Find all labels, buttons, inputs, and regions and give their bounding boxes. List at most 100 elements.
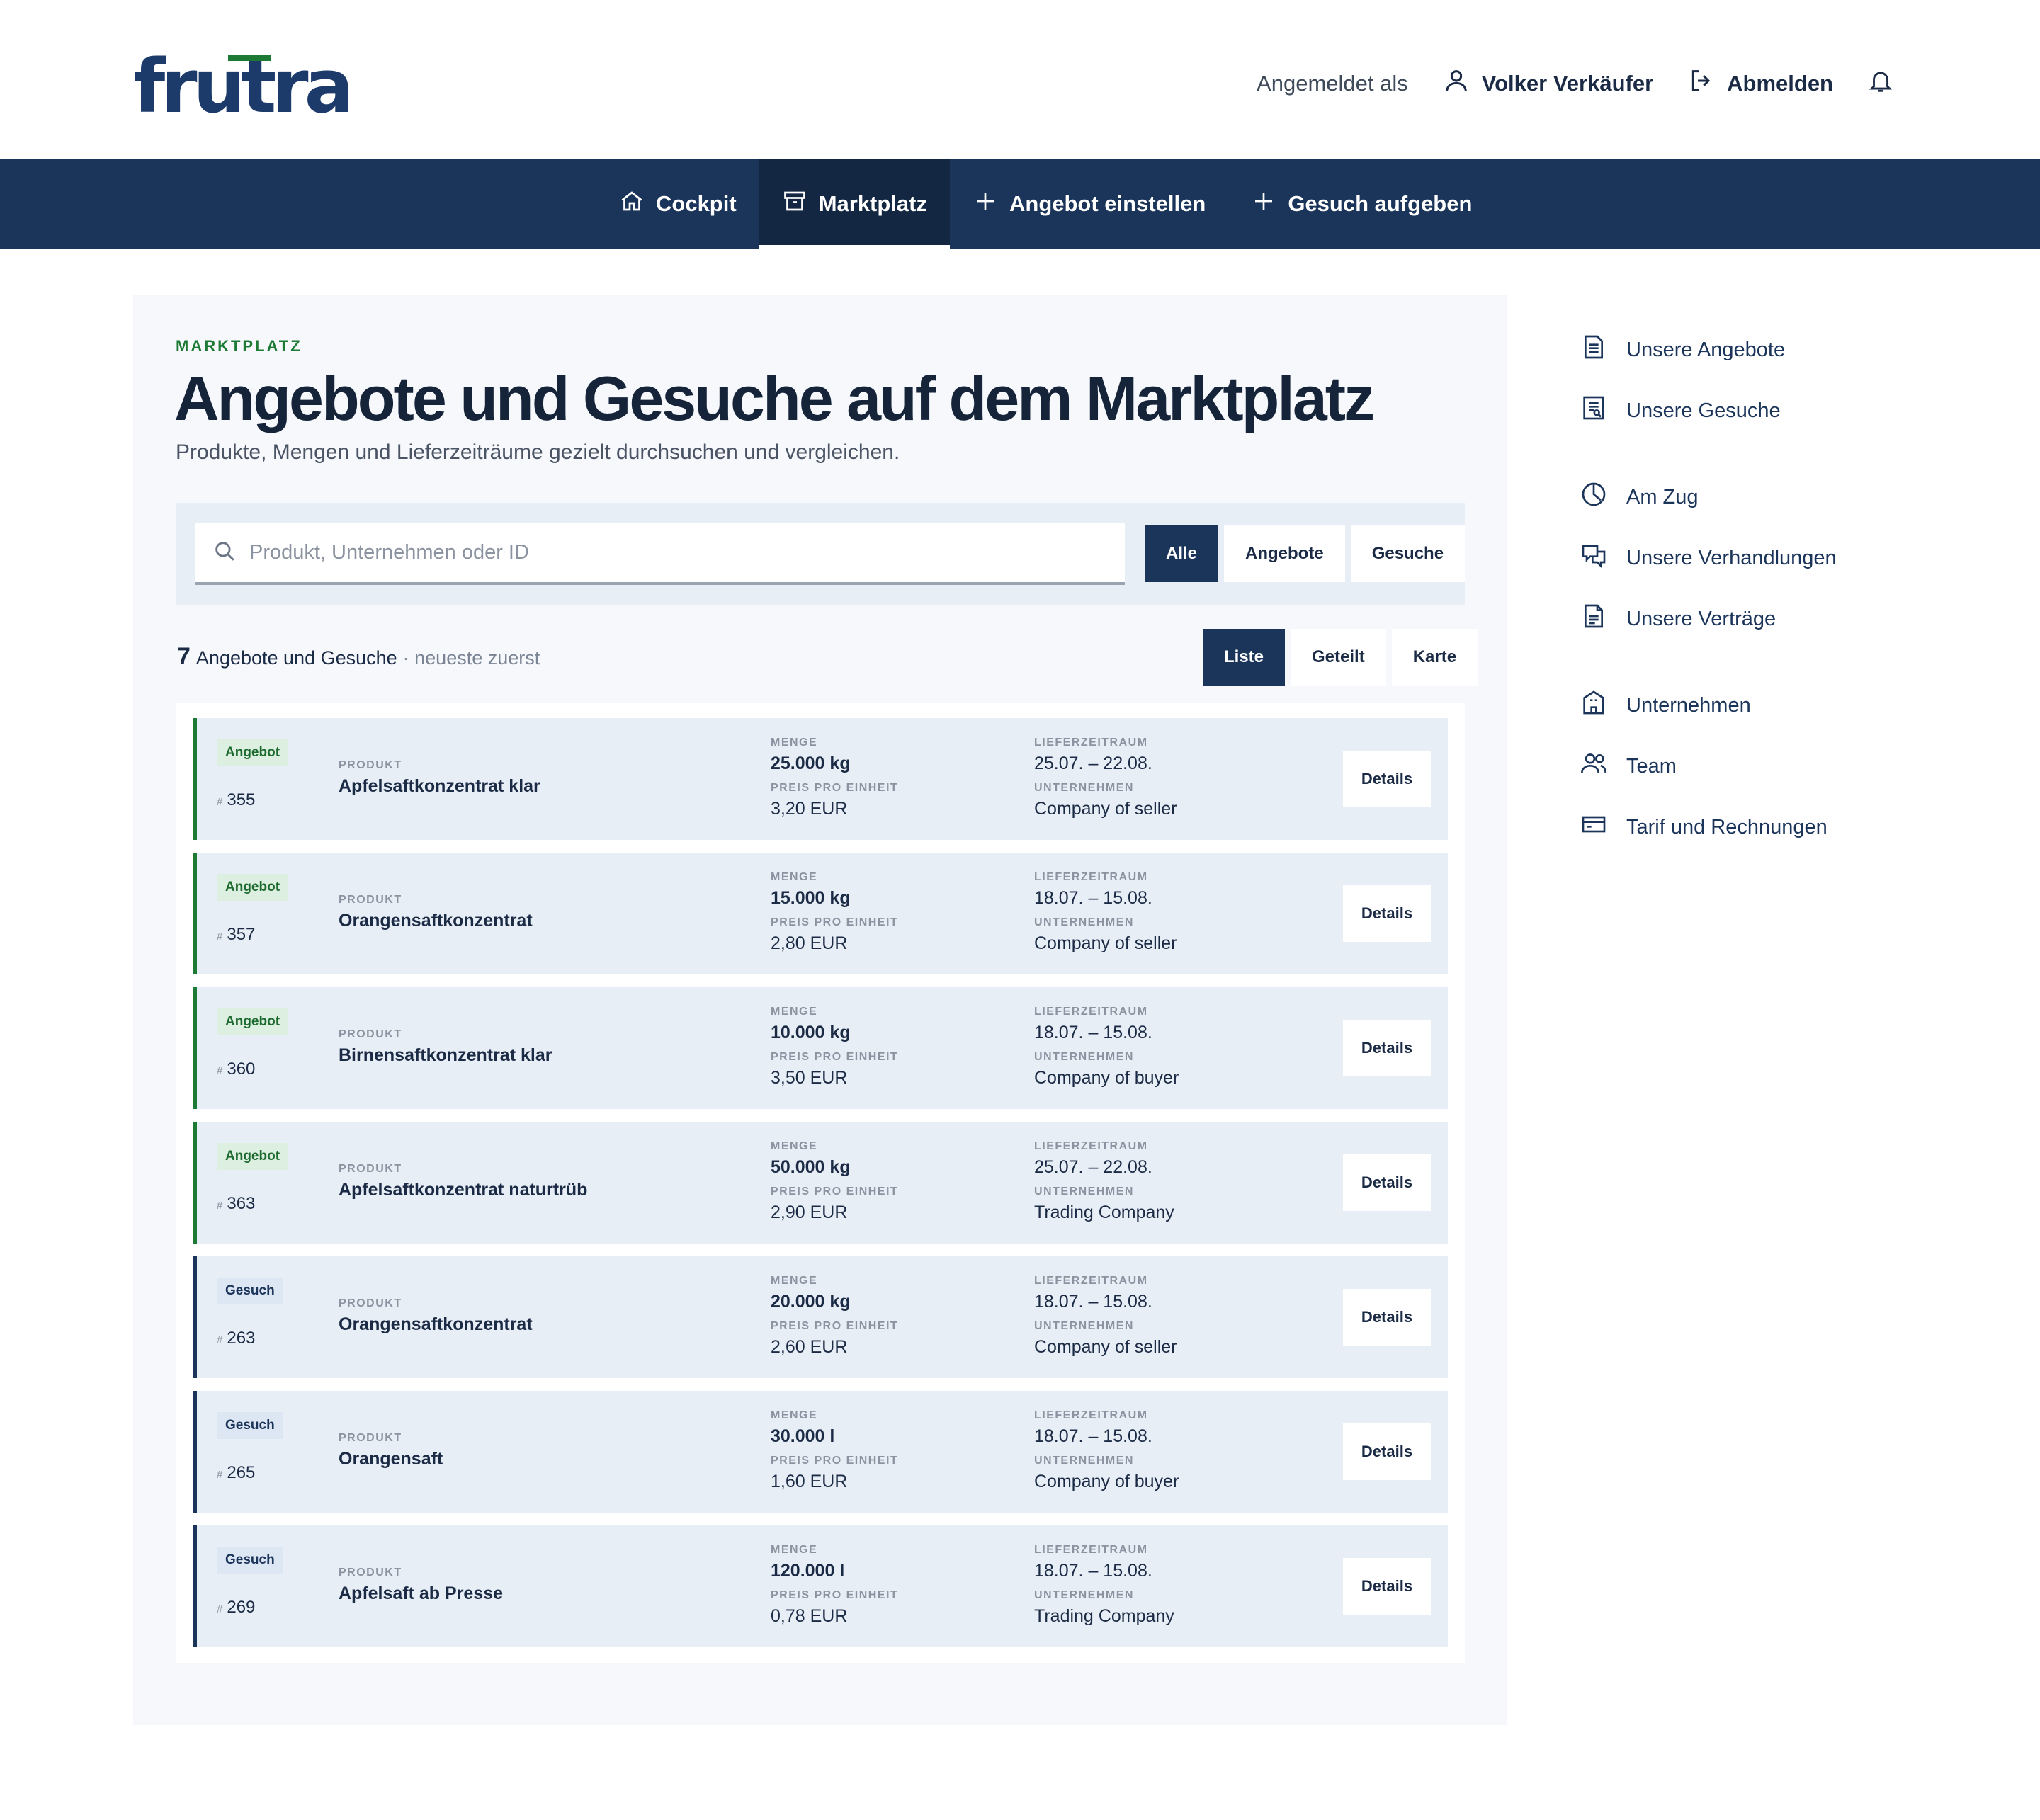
nav-item-cockpit[interactable]: Cockpit xyxy=(596,159,759,249)
delivery-period-value: 18.07. – 15.08. xyxy=(1034,888,1152,908)
nav-label-gesuch-aufgeben: Gesuch aufgeben xyxy=(1288,191,1473,216)
listing-row[interactable]: Gesuch #269 PRODUKT Apfelsaft ab Presse MENG… xyxy=(193,1525,1448,1647)
company-value: Company of buyer xyxy=(1034,1068,1179,1088)
product-caption: PRODUKT xyxy=(339,894,402,906)
listing-id: #363 xyxy=(217,1194,255,1214)
listing-id-value: 363 xyxy=(227,1194,256,1213)
sidebar-item-unternehmen[interactable]: Unternehmen xyxy=(1580,688,1751,722)
marketplace-panel: MARKTPLATZ Angebote und Gesuche auf dem … xyxy=(133,295,1507,1725)
delivery-period-caption: LIEFERZEITRAUM xyxy=(1034,1140,1148,1152)
logo-accent-bar xyxy=(228,55,271,61)
document-icon xyxy=(1580,333,1608,367)
delivery-period-caption: LIEFERZEITRAUM xyxy=(1034,736,1148,749)
logout-label: Abmelden xyxy=(1727,71,1833,96)
details-button[interactable]: Details xyxy=(1343,1289,1431,1346)
nav-item-gesuch-aufgeben[interactable]: Gesuch aufgeben xyxy=(1228,159,1495,249)
delivery-period-value: 18.07. – 15.08. xyxy=(1034,1561,1152,1581)
price-caption: PREIS PRO EINHEIT xyxy=(771,782,899,794)
price-value: 3,20 EUR xyxy=(771,799,848,819)
details-button[interactable]: Details xyxy=(1343,1558,1431,1615)
sidebar-item-unsere-angebote[interactable]: Unsere Angebote xyxy=(1580,333,1785,367)
view-karte-button[interactable]: Karte xyxy=(1391,629,1478,686)
listing-row[interactable]: Angebot #363 PRODUKT Apfelsaftkonzentrat na… xyxy=(193,1122,1448,1244)
listing-type-badge: Angebot xyxy=(217,874,289,901)
sidebar-item-am-zug[interactable]: Am Zug xyxy=(1580,480,1699,514)
quantity-caption: MENGE xyxy=(771,871,818,883)
logout-icon xyxy=(1687,67,1716,101)
quantity-value: 20.000 kg xyxy=(771,1292,851,1312)
listing-list: Angebot #355 PRODUKT Apfelsaftkonzentrat kl… xyxy=(176,703,1465,1663)
details-button[interactable]: Details xyxy=(1343,751,1431,807)
sidebar-item-unsere-verhandlungen[interactable]: Unsere Verhandlungen xyxy=(1580,541,1837,575)
details-button[interactable]: Details xyxy=(1343,885,1431,942)
listing-row[interactable]: Angebot #355 PRODUKT Apfelsaftkonzentrat kl… xyxy=(193,718,1448,840)
view-mode-switch: Liste Geteilt Karte xyxy=(1203,629,1478,686)
search-input[interactable] xyxy=(249,540,1099,564)
price-caption: PREIS PRO EINHEIT xyxy=(771,1589,899,1601)
details-button[interactable]: Details xyxy=(1343,1154,1431,1211)
filter-alle-button[interactable]: Alle xyxy=(1145,525,1219,582)
chat-icon xyxy=(1580,541,1608,575)
price-caption: PREIS PRO EINHEIT xyxy=(771,1320,899,1332)
product-caption: PRODUKT xyxy=(339,1163,402,1175)
plus-icon xyxy=(973,188,998,220)
product-name: Apfelsaft ab Presse xyxy=(339,1583,504,1603)
listing-id-value: 360 xyxy=(227,1059,256,1079)
view-geteilt-button[interactable]: Geteilt xyxy=(1291,629,1386,686)
search-field[interactable] xyxy=(196,523,1125,585)
notifications-button[interactable] xyxy=(1867,67,1894,100)
bell-icon xyxy=(1867,67,1894,100)
price-value: 2,60 EUR xyxy=(771,1337,848,1357)
price-caption: PREIS PRO EINHEIT xyxy=(771,1185,899,1198)
quantity-caption: MENGE xyxy=(771,1409,818,1421)
search-icon xyxy=(212,539,237,567)
company-caption: UNTERNEHMEN xyxy=(1034,1051,1134,1063)
logout-button[interactable]: Abmelden xyxy=(1687,67,1833,101)
clock-icon xyxy=(1580,480,1608,514)
sidebar-item-team[interactable]: Team xyxy=(1580,749,1677,783)
user-area: Angemeldet als Volker Verkäufer Abmelden xyxy=(1257,64,1894,103)
listing-row[interactable]: Gesuch #265 PRODUKT Orangensaft MENGE 30.000 … xyxy=(193,1391,1448,1513)
delivery-period-value: 18.07. – 15.08. xyxy=(1034,1426,1152,1446)
company-caption: UNTERNEHMEN xyxy=(1034,1320,1134,1332)
listing-type-badge: Angebot xyxy=(217,739,289,766)
price-value: 2,80 EUR xyxy=(771,933,848,953)
product-name: Orangensaftkonzentrat xyxy=(339,911,533,931)
logo-text: frutra xyxy=(133,43,354,130)
listing-id: #355 xyxy=(217,790,255,810)
quantity-caption: MENGE xyxy=(771,1006,818,1018)
quantity-value: 120.000 l xyxy=(771,1561,845,1581)
sidebar-item-unsere-vertraege[interactable]: Unsere Verträge xyxy=(1580,602,1776,636)
listing-type-badge: Angebot xyxy=(217,1143,289,1170)
frutra-logo[interactable]: frutra xyxy=(133,50,354,123)
hash-icon: # xyxy=(217,931,223,943)
listing-row[interactable]: Angebot #357 PRODUKT Orangensaftkonzentrat M… xyxy=(193,853,1448,974)
user-profile-link[interactable]: Volker Verkäufer xyxy=(1442,67,1653,101)
company-caption: UNTERNEHMEN xyxy=(1034,1185,1134,1198)
search-document-icon xyxy=(1580,394,1608,428)
listing-id: #357 xyxy=(217,925,255,945)
details-button[interactable]: Details xyxy=(1343,1423,1431,1480)
company-value: Company of seller xyxy=(1034,799,1177,819)
listing-id-value: 269 xyxy=(227,1598,256,1617)
quantity-caption: MENGE xyxy=(771,1275,818,1287)
filter-angebote-button[interactable]: Angebote xyxy=(1224,525,1345,582)
view-liste-button[interactable]: Liste xyxy=(1203,629,1286,686)
archive-box-icon xyxy=(782,188,808,220)
sidebar-item-unsere-gesuche[interactable]: Unsere Gesuche xyxy=(1580,394,1781,428)
listing-row[interactable]: Angebot #360 PRODUKT Birnensaftkonzentrat k… xyxy=(193,987,1448,1109)
company-caption: UNTERNEHMEN xyxy=(1034,1589,1134,1601)
listing-id-value: 265 xyxy=(227,1463,256,1482)
filter-gesuche-button[interactable]: Gesuche xyxy=(1350,525,1466,582)
listing-id: #263 xyxy=(217,1329,255,1348)
quantity-value: 30.000 l xyxy=(771,1426,835,1446)
listing-row[interactable]: Gesuch #263 PRODUKT Orangensaftkonzentrat ME… xyxy=(193,1256,1448,1378)
sidebar-item-tarif-und-rechnungen[interactable]: Tarif und Rechnungen xyxy=(1580,810,1828,844)
result-count-label: Angebote und Gesuche xyxy=(196,647,397,669)
quantity-value: 15.000 kg xyxy=(771,888,851,908)
delivery-period-value: 25.07. – 22.08. xyxy=(1034,1157,1152,1177)
nav-item-marktplatz[interactable]: Marktplatz xyxy=(759,159,950,249)
nav-item-angebot-einstellen[interactable]: Angebot einstellen xyxy=(950,159,1228,249)
details-button[interactable]: Details xyxy=(1343,1020,1431,1076)
quantity-value: 50.000 kg xyxy=(771,1157,851,1177)
